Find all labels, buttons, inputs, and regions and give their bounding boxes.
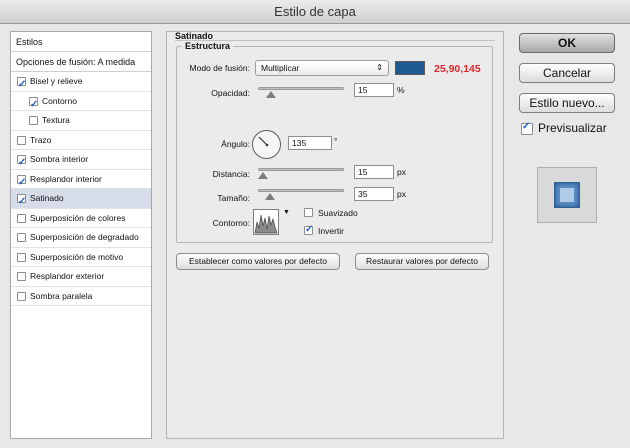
style-items: Bisel y relieve Contorno Textura Trazo Sombr… <box>11 72 151 306</box>
antialias-label: Suavizado <box>318 208 358 218</box>
opacity-slider-thumb[interactable] <box>265 91 276 98</box>
size-unit: px <box>397 189 406 199</box>
structure-title: Estructura <box>182 41 234 51</box>
style-item-superposici-n-de-degradado[interactable]: Superposición de degradado <box>11 228 151 248</box>
style-item-label: Satinado <box>30 193 64 203</box>
contour-label: Contorno: <box>212 218 250 228</box>
style-item-trazo[interactable]: Trazo <box>11 131 151 150</box>
style-item-checkbox[interactable] <box>17 233 26 242</box>
size-input[interactable]: 35 <box>354 187 394 201</box>
ok-button[interactable]: OK <box>519 33 615 53</box>
antialias-checkbox[interactable] <box>304 208 313 217</box>
contour-picker[interactable] <box>253 209 279 235</box>
style-item-checkbox[interactable] <box>17 192 26 212</box>
rgb-readout: 25,90,145 <box>434 63 481 75</box>
new-style-button[interactable]: Estilo nuevo... <box>519 93 615 113</box>
preview-checkbox[interactable] <box>521 121 533 135</box>
blend-mode-select[interactable]: Multiplicar ⇕ <box>255 60 389 76</box>
blending-options-item[interactable]: Opciones de fusión: A medida <box>11 52 151 72</box>
style-item-contorno[interactable]: Contorno <box>11 92 151 114</box>
preview-highlight <box>560 188 574 202</box>
styles-header[interactable]: Estilos <box>11 32 151 52</box>
color-swatch[interactable] <box>395 61 425 75</box>
contour-dropdown-icon[interactable]: ▼ <box>283 209 290 216</box>
styles-list: Estilos Opciones de fusión: A medida Bis… <box>10 31 152 439</box>
style-item-checkbox[interactable] <box>17 135 26 145</box>
style-item-label: Contorno <box>42 95 77 106</box>
style-item-checkbox[interactable] <box>17 252 26 262</box>
style-item-checkbox[interactable] <box>29 116 38 125</box>
style-item-checkbox[interactable] <box>17 173 26 192</box>
window-title: Estilo de capa <box>0 0 630 24</box>
angle-dial[interactable] <box>252 130 281 159</box>
style-item-resplandor-interior[interactable]: Resplandor interior <box>11 170 151 192</box>
style-item-checkbox[interactable] <box>17 213 26 223</box>
size-label: Tamaño: <box>217 193 250 203</box>
distance-label: Distancia: <box>212 169 250 179</box>
opacity-slider-track[interactable] <box>258 87 344 90</box>
style-item-label: Superposición de motivo <box>30 251 124 262</box>
angle-label: Ángulo: <box>221 139 250 149</box>
style-item-label: Superposición de degradado <box>30 232 139 242</box>
style-item-textura[interactable]: Textura <box>11 111 151 131</box>
opacity-unit: % <box>397 85 405 95</box>
preview-square <box>554 182 580 208</box>
style-item-resplandor-exterior[interactable]: Resplandor exterior <box>11 267 151 287</box>
style-item-bisel-y-relieve[interactable]: Bisel y relieve <box>11 72 151 95</box>
style-item-checkbox[interactable] <box>29 95 38 114</box>
style-item-label: Superposición de colores <box>30 212 126 223</box>
preview-label: Previsualizar <box>538 121 607 135</box>
opacity-label: Opacidad: <box>211 88 250 98</box>
style-item-label: Sombra interior <box>30 154 89 164</box>
invert-label: Invertir <box>318 226 344 236</box>
reset-default-button[interactable]: Restaurar valores por defecto <box>355 253 489 270</box>
blend-mode-label: Modo de fusión: <box>189 63 250 73</box>
distance-slider-track[interactable] <box>258 168 344 171</box>
distance-input[interactable]: 15 <box>354 165 394 179</box>
angle-input[interactable]: 135 <box>288 136 332 150</box>
style-item-superposici-n-de-motivo[interactable]: Superposición de motivo <box>11 248 151 267</box>
distance-slider-thumb[interactable] <box>258 172 269 179</box>
style-item-label: Trazo <box>30 134 52 145</box>
select-arrows-icon: ⇕ <box>376 63 383 72</box>
angle-needle-icon <box>258 136 269 147</box>
style-item-label: Resplandor interior <box>30 173 102 184</box>
style-item-checkbox[interactable] <box>17 272 26 281</box>
style-item-label: Resplandor exterior <box>30 271 105 281</box>
style-item-label: Bisel y relieve <box>30 76 83 86</box>
style-item-sombra-paralela[interactable]: Sombra paralela <box>11 287 151 306</box>
size-slider-thumb[interactable] <box>265 193 276 200</box>
style-preview-thumbnail <box>537 167 597 223</box>
angle-unit: ° <box>334 136 338 146</box>
style-item-label: Sombra paralela <box>30 290 93 301</box>
style-item-superposici-n-de-colores[interactable]: Superposición de colores <box>11 209 151 228</box>
style-item-satinado[interactable]: Satinado <box>11 189 151 212</box>
style-item-sombra-interior[interactable]: Sombra interior <box>11 150 151 173</box>
cancel-button[interactable]: Cancelar <box>519 63 615 83</box>
layer-style-dialog: Estilos Opciones de fusión: A medida Bis… <box>0 24 630 448</box>
invert-checkbox[interactable] <box>304 224 313 235</box>
distance-unit: px <box>397 167 406 177</box>
style-item-checkbox[interactable] <box>17 291 26 301</box>
style-item-checkbox[interactable] <box>17 153 26 173</box>
blend-mode-value: Multiplicar <box>261 63 300 73</box>
style-item-label: Textura <box>42 115 70 125</box>
make-default-button[interactable]: Establecer como valores por defecto <box>176 253 340 270</box>
opacity-input[interactable]: 15 <box>354 83 394 97</box>
contour-curve-icon <box>254 214 278 234</box>
size-slider-track[interactable] <box>258 189 344 192</box>
style-item-checkbox[interactable] <box>17 75 26 95</box>
